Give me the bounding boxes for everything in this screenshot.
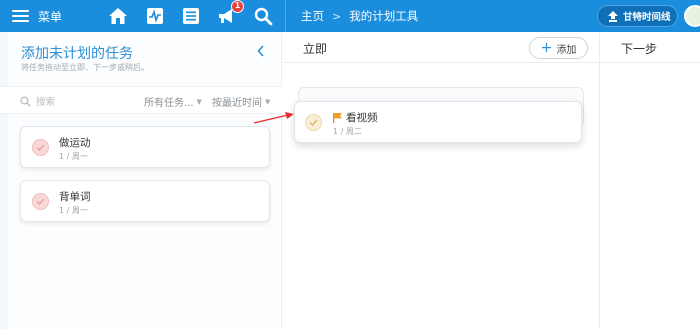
chevron-left-icon bbox=[257, 45, 264, 57]
activity-button[interactable] bbox=[143, 4, 167, 28]
task-card[interactable]: 背单词 1 / 周一 bbox=[20, 180, 270, 222]
top-navigation-bar: 菜单 1 主页 > 我的计划工具 甘特时间线 bbox=[0, 0, 700, 32]
collapse-panel-button[interactable] bbox=[257, 43, 265, 61]
chevron-right-icon: > bbox=[332, 9, 342, 23]
filter-bar: 搜索 所有任务... ▼ 按最近时间 ▼ bbox=[0, 86, 282, 114]
sort-dropdown[interactable]: 按最近时间 ▼ bbox=[212, 94, 271, 110]
task-card[interactable]: 做运动 1 / 周一 bbox=[20, 126, 270, 168]
sort-label: 按最近时间 bbox=[212, 98, 262, 109]
breadcrumb-home-link[interactable]: 主页 bbox=[301, 8, 324, 24]
drag-arrow-annotation bbox=[253, 112, 294, 124]
home-button[interactable] bbox=[106, 4, 130, 28]
search-placeholder: 搜索 bbox=[36, 97, 56, 108]
search-button[interactable] bbox=[251, 4, 275, 28]
caret-down-icon: ▼ bbox=[265, 97, 271, 106]
task-meta: 1 / 周二 bbox=[333, 127, 362, 136]
check-circle-icon[interactable] bbox=[32, 139, 49, 156]
add-task-button[interactable]: + 添加 bbox=[529, 37, 588, 59]
search-icon bbox=[20, 95, 31, 106]
task-meta: 1 / 周一 bbox=[59, 206, 88, 215]
panel-subtitle: 将任务拖动至立即、下一步或稍后。 bbox=[21, 63, 149, 72]
list-icon bbox=[183, 8, 199, 24]
announcements-button[interactable]: 1 bbox=[215, 0, 244, 28]
task-filter-label: 所有任务... bbox=[144, 98, 194, 109]
search-input[interactable]: 搜索 bbox=[20, 93, 130, 109]
home-icon bbox=[109, 8, 127, 24]
notification-badge: 1 bbox=[231, 0, 244, 13]
avatar[interactable] bbox=[684, 5, 700, 27]
column-divider bbox=[599, 33, 600, 329]
task-meta: 1 / 周一 bbox=[59, 152, 88, 161]
task-filter-dropdown[interactable]: 所有任务... ▼ bbox=[144, 94, 202, 110]
upload-arrow-icon bbox=[608, 10, 618, 22]
panel-title: 添加未计划的任务 bbox=[21, 46, 133, 62]
list-button[interactable] bbox=[179, 4, 203, 28]
task-name: 背单词 bbox=[59, 191, 91, 203]
check-circle-icon[interactable] bbox=[305, 114, 322, 131]
gantt-timeline-button[interactable]: 甘特时间线 bbox=[597, 5, 678, 27]
plus-icon: + bbox=[540, 40, 553, 56]
search-icon bbox=[254, 7, 272, 25]
dragging-task-card[interactable]: 看视频 1 / 周二 bbox=[294, 101, 582, 143]
task-name: 做运动 bbox=[59, 137, 91, 149]
add-task-label: 添加 bbox=[556, 44, 577, 56]
menu-label: 菜单 bbox=[38, 9, 63, 24]
hamburger-icon bbox=[12, 10, 29, 22]
flag-icon bbox=[333, 113, 342, 123]
column-title-next: 下一步 bbox=[621, 42, 658, 56]
breadcrumb: 主页 > 我的计划工具 bbox=[301, 0, 418, 32]
gantt-timeline-label: 甘特时间线 bbox=[623, 12, 671, 23]
activity-icon bbox=[147, 8, 163, 24]
column-title-now: 立即 bbox=[303, 42, 328, 56]
breadcrumb-current: 我的计划工具 bbox=[349, 9, 419, 23]
toolbar-divider bbox=[285, 0, 286, 32]
caret-down-icon: ▼ bbox=[196, 97, 202, 106]
check-circle-icon[interactable] bbox=[32, 193, 49, 210]
left-edge-strip bbox=[0, 32, 8, 329]
task-name: 看视频 bbox=[346, 112, 378, 124]
menu-button[interactable]: 菜单 bbox=[0, 0, 98, 32]
